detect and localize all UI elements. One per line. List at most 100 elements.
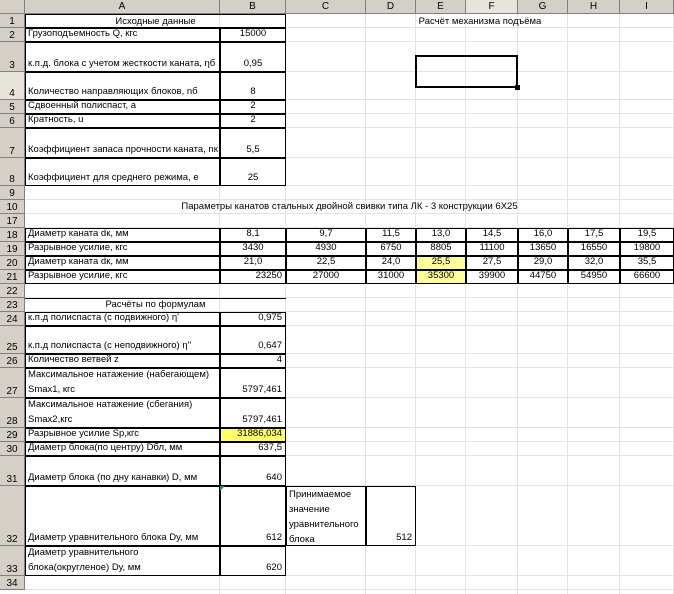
spreadsheet[interactable]: A B C D E F G H I 1 2 3 4 5 6 7 8 9 10 17 18 19 20 21 22 23 24 25 26… (0, 0, 674, 594)
row-header-31[interactable]: 31 (0, 456, 25, 486)
formula-label[interactable]: Количество ветвей z (25, 354, 220, 368)
row-header-4[interactable]: 4 (0, 72, 25, 100)
input-value[interactable]: 15000 (220, 28, 286, 42)
formula-value[interactable]: 640 (220, 456, 286, 486)
row-header-10[interactable]: 10 (0, 200, 25, 214)
input-value[interactable]: 2 (220, 114, 286, 128)
row-header-9[interactable]: 9 (0, 186, 25, 200)
formula-label[interactable]: Диаметр блока(по центру) Dбл, мм (25, 442, 220, 456)
formula-value[interactable]: 31886,034 (220, 428, 286, 442)
row-header-21[interactable]: 21 (0, 270, 25, 284)
column-header-b[interactable]: B (220, 0, 286, 14)
row-header-30[interactable]: 30 (0, 442, 25, 456)
rope-row-label[interactable]: Разрывное усилие, кгс (25, 270, 220, 284)
rope-value[interactable]: 31000 (366, 270, 416, 284)
rope-value[interactable]: 39900 (466, 270, 518, 284)
rope-value[interactable]: 27000 (286, 270, 366, 284)
formula-label[interactable]: Максимальное натажение (набегающем) Smax… (25, 368, 220, 398)
rope-value[interactable]: 4930 (286, 242, 366, 256)
rope-value[interactable]: 35,5 (620, 256, 674, 270)
column-header-g[interactable]: G (518, 0, 568, 14)
row-header-17[interactable]: 17 (0, 214, 25, 228)
formula-value[interactable]: 5797,461 (220, 398, 286, 428)
row-header-28[interactable]: 28 (0, 398, 25, 428)
rope-value[interactable]: 8,1 (220, 228, 286, 242)
selected-cell[interactable] (415, 55, 518, 88)
row-header-6[interactable]: 6 (0, 114, 25, 128)
rope-row-label[interactable]: Диаметр каната dк, мм (25, 256, 220, 270)
formula-label[interactable]: Разрывное усилие Sp,кгс (25, 428, 220, 442)
rope-value[interactable]: 19,5 (620, 228, 674, 242)
formulas-title[interactable]: Расчёты по формулам (25, 298, 286, 312)
rope-value[interactable]: 13,0 (416, 228, 466, 242)
input-label[interactable]: к.п.д. блока с учетом жесткости каната, … (25, 42, 220, 72)
row-header-27[interactable]: 27 (0, 368, 25, 398)
row-header-3[interactable]: 3 (0, 42, 25, 72)
formula-value[interactable]: 0,647 (220, 326, 286, 354)
column-header-i[interactable]: I (620, 0, 674, 14)
rope-value[interactable]: 16550 (568, 242, 620, 256)
input-label[interactable]: Коэффициент запаса прочности каната, nк (25, 128, 220, 158)
rope-value[interactable]: 44750 (518, 270, 568, 284)
row-header-33[interactable]: 33 (0, 546, 25, 576)
input-value[interactable]: 0,95 (220, 42, 286, 72)
formula-label[interactable]: Диаметр уравнительного блока(округленое)… (25, 546, 220, 576)
formula-value[interactable]: 637,5 (220, 442, 286, 456)
column-header-f[interactable]: F (466, 0, 518, 14)
row-header-32[interactable]: 32 (0, 486, 25, 546)
column-header-h[interactable]: H (568, 0, 620, 14)
row-header-19[interactable]: 19 (0, 242, 25, 256)
rope-value[interactable]: 66600 (620, 270, 674, 284)
column-header-e[interactable]: E (416, 0, 466, 14)
rope-value[interactable]: 16,0 (518, 228, 568, 242)
ropes-table-title[interactable]: Параметры канатов стальных двойной свивк… (25, 200, 674, 214)
select-all-corner[interactable] (0, 0, 25, 14)
column-header-d[interactable]: D (366, 0, 416, 14)
rope-value[interactable]: 24,0 (366, 256, 416, 270)
row-header-22[interactable]: 22 (0, 284, 25, 298)
rope-value[interactable]: 6750 (366, 242, 416, 256)
rope-value[interactable]: 35300 (416, 270, 466, 284)
calc-title[interactable]: Расчёт механизма подъёма (286, 14, 674, 28)
input-value[interactable]: 8 (220, 72, 286, 100)
input-label[interactable]: Кратность, u (25, 114, 220, 128)
row-header-8[interactable]: 8 (0, 158, 25, 186)
formula-value[interactable]: 0,975 (220, 312, 286, 326)
formula-value[interactable]: 612 (220, 486, 286, 546)
row-header-5[interactable]: 5 (0, 100, 25, 114)
input-value[interactable]: 2 (220, 100, 286, 114)
accepted-label[interactable]: Принимаемое значение уравнительного блок… (286, 486, 366, 546)
row-header-25[interactable]: 25 (0, 326, 25, 354)
rope-value[interactable]: 21,0 (220, 256, 286, 270)
column-header-c[interactable]: C (286, 0, 366, 14)
input-label[interactable]: Количество направляющих блоков, nб (25, 72, 220, 100)
rope-value[interactable]: 29,0 (518, 256, 568, 270)
formula-label[interactable]: Максимальное натажение (сбегания) Smax2,… (25, 398, 220, 428)
rope-value[interactable]: 17,5 (568, 228, 620, 242)
rope-value[interactable]: 23250 (220, 270, 286, 284)
accepted-value[interactable]: 512 (366, 486, 416, 546)
input-label[interactable]: Коэффициент для среднего режима, e (25, 158, 220, 186)
rope-value[interactable]: 27,5 (466, 256, 518, 270)
row-header-18[interactable]: 18 (0, 228, 25, 242)
rope-value[interactable]: 3430 (220, 242, 286, 256)
rope-value[interactable]: 8805 (416, 242, 466, 256)
row-header-29[interactable]: 29 (0, 428, 25, 442)
input-label[interactable]: Грузоподъемность Q, кгс (25, 28, 220, 42)
column-header-a[interactable]: A (25, 0, 220, 14)
formula-label[interactable]: Диаметр уравнительного блока Dу, мм (25, 486, 220, 546)
rope-value[interactable]: 13650 (518, 242, 568, 256)
input-value[interactable]: 5,5 (220, 128, 286, 158)
formula-label[interactable]: к.п.д полиспаста (с подвижного) η' (25, 312, 220, 326)
input-value[interactable]: 25 (220, 158, 286, 186)
row-header-24[interactable]: 24 (0, 312, 25, 326)
formula-value[interactable]: 4 (220, 354, 286, 368)
formula-label[interactable]: Диаметр блока (по дну канавки) D, мм (25, 456, 220, 486)
rope-value[interactable]: 14,5 (466, 228, 518, 242)
rope-value[interactable]: 54950 (568, 270, 620, 284)
row-header-2[interactable]: 2 (0, 28, 25, 42)
row-header-26[interactable]: 26 (0, 354, 25, 368)
row-header-7[interactable]: 7 (0, 128, 25, 158)
rope-row-label[interactable]: Разрывное усилие, кгс (25, 242, 220, 256)
row-header-23[interactable]: 23 (0, 298, 25, 312)
